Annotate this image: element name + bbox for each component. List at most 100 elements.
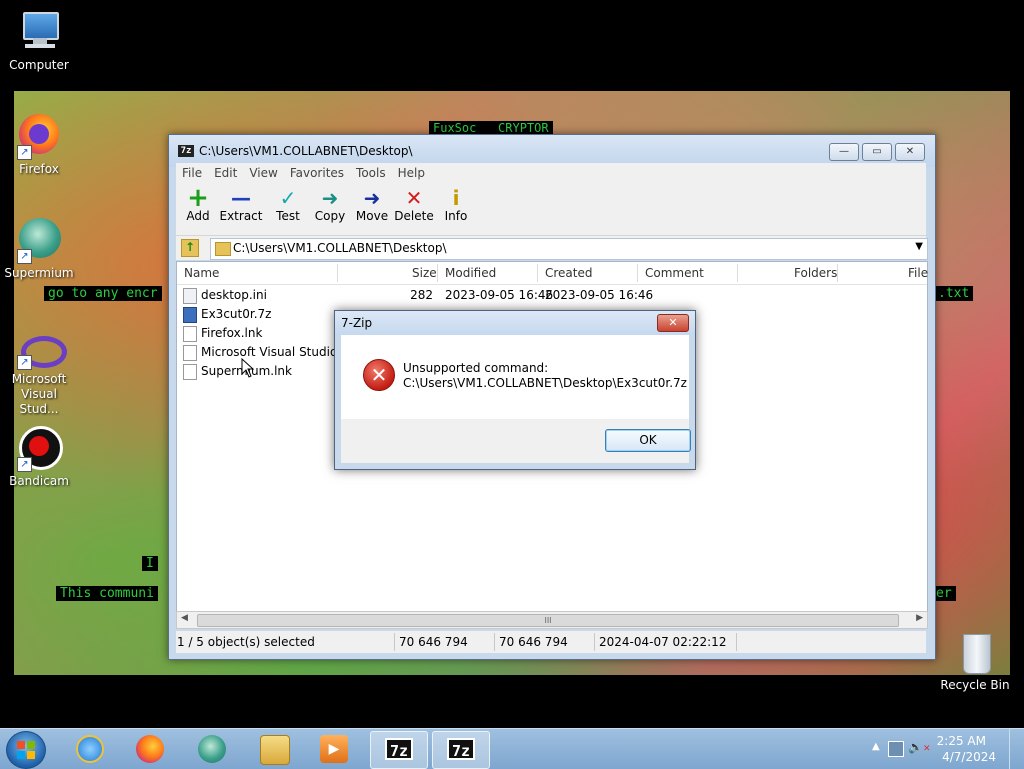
file-name: Microsoft Visual Studio ... [201,345,353,359]
up-folder-icon[interactable]: ↑ [181,239,199,257]
address-bar: ↑ C:\Users\VM1.COLLABNET\Desktop\ ▼ [176,236,928,260]
supermium-icon: ↗ [15,216,63,264]
sevenzip-icon: 7z [385,738,413,760]
status-bar: 1 / 5 object(s) selected 70 646 794 70 6… [176,631,926,653]
mouse-cursor-icon [241,358,255,378]
show-hidden-icons-icon[interactable]: ▲ [872,741,880,752]
sevenzip-icon: 7z [447,738,475,760]
shortcut-arrow-icon: ↗ [17,145,32,160]
folder-icon [260,735,290,765]
column-folders[interactable]: Folders [794,266,837,280]
volume-muted-icon[interactable]: 🔈✕ [908,740,931,754]
file-icon [183,345,197,361]
taskbar-file-explorer[interactable] [246,731,302,767]
shortcut-arrow-icon: ↗ [17,457,32,472]
dialog-title: 7-Zip [341,316,373,330]
archive-file-icon [183,307,197,323]
status-size: 70 646 794 [399,635,468,649]
scroll-right-icon[interactable]: ▶ [916,613,923,623]
windows-logo-icon [17,741,35,759]
close-button[interactable]: ✕ [895,143,925,161]
file-size: 282 [410,288,433,302]
info-button[interactable]: i Info [434,187,478,223]
column-created[interactable]: Created [545,266,593,280]
minimize-button[interactable]: — [829,143,859,161]
dialog-titlebar[interactable]: 7-Zip ✕ [335,311,695,335]
column-files[interactable]: File [908,266,928,280]
column-name[interactable]: Name [184,266,219,280]
scroll-left-icon[interactable]: ◀ [181,613,188,623]
extract-button[interactable]: — Extract [216,187,266,223]
add-button[interactable]: + Add [176,183,220,223]
desktop-icon-firefox[interactable]: ↗ Firefox [1,112,77,176]
error-icon: ✕ [363,359,395,391]
delete-icon: ✕ [405,186,423,210]
column-modified[interactable]: Modified [445,266,496,280]
menu-help[interactable]: Help [392,163,431,183]
desktop-icon-label: Bandicam [9,474,69,488]
add-label: Add [186,209,210,223]
settings-file-icon [183,288,197,304]
desktop: Computer FuxSoc CRYPTOR go to any encr .… [0,0,1024,728]
menu-view[interactable]: View [243,163,283,183]
desktop-icon-bandicam[interactable]: ↗ Bandicam [1,424,77,488]
desktop-icon-supermium[interactable]: ↗ Supermium [1,216,77,280]
ok-button[interactable]: OK [605,429,691,452]
window-title: C:\Users\VM1.COLLABNET\Desktop\ [199,144,413,158]
shortcut-arrow-icon: ↗ [17,249,32,264]
dialog-footer: OK [341,419,691,463]
move-button[interactable]: ➜ Move [350,187,394,223]
taskbar-7zip-window-2[interactable]: 7z [432,731,490,769]
file-icon [183,364,197,380]
clock-time[interactable]: 2:25 AM [937,734,986,748]
firefox-icon: ↗ [15,112,63,160]
desktop-icon-label: Computer [9,58,69,72]
wallpaper-text-line1-right: .txt [934,286,974,301]
dialog-close-button[interactable]: ✕ [657,314,689,332]
supermium-icon [198,735,226,763]
column-size[interactable]: Size [412,266,437,280]
taskbar-7zip-window-1[interactable]: 7z [370,731,428,769]
taskbar-media-player[interactable]: ▶ [306,731,362,767]
dialog-body: ✕ Unsupported command: C:\Users\VM1.COLL… [341,335,689,419]
taskbar-internet-explorer[interactable] [62,731,118,767]
move-label: Move [355,209,389,223]
taskbar-supermium[interactable] [184,731,240,767]
chevron-down-icon[interactable]: ▼ [915,241,923,252]
media-player-icon: ▶ [320,735,348,763]
file-name: Firefox.lnk [201,326,263,340]
copy-button[interactable]: ➜ Copy [308,187,352,223]
file-row[interactable]: desktop.ini 282 2023-09-05 16:46 2023-09… [177,286,927,305]
test-label: Test [276,209,300,223]
horizontal-scrollbar[interactable]: ◀ III ▶ [176,611,928,629]
desktop-icon-recycle-bin[interactable]: Recycle Bin [937,630,1013,692]
file-name: desktop.ini [201,288,267,302]
network-icon[interactable] [888,741,904,757]
delete-label: Delete [394,209,434,223]
address-input[interactable]: C:\Users\VM1.COLLABNET\Desktop\ ▼ [210,238,928,260]
desktop-icon-visual-studio[interactable]: ↗ Microsoft Visual Stud... [1,330,77,417]
menu-tools[interactable]: Tools [350,163,392,183]
status-selection: 1 / 5 object(s) selected [177,635,315,649]
file-icon [183,326,197,342]
bandicam-icon: ↗ [15,424,63,472]
column-comment[interactable]: Comment [645,266,704,280]
desktop-icon-label: Microsoft Visual Stud... [11,372,67,416]
taskbar-firefox[interactable] [122,731,178,767]
add-icon: + [187,183,209,213]
menu-file[interactable]: File [176,163,208,183]
clock-date[interactable]: 4/7/2024 [942,750,996,764]
start-button[interactable] [6,731,46,769]
menu-favorites[interactable]: Favorites [284,163,350,183]
system-tray: ▲ 🔈✕ 2:25 AM 4/7/2024 [864,729,1024,769]
internet-explorer-icon [76,735,104,763]
delete-button[interactable]: ✕ Delete [392,187,436,223]
scrollbar-thumb[interactable]: III [197,614,899,627]
desktop-icon-computer[interactable]: Computer [1,8,77,72]
maximize-button[interactable]: ▭ [862,143,892,161]
file-created: 2023-09-05 16:46 [545,288,654,302]
test-button[interactable]: ✓ Test [266,187,310,223]
show-desktop-button[interactable] [1009,729,1024,769]
wallpaper-text-line1: go to any encr [44,286,162,301]
menu-edit[interactable]: Edit [208,163,243,183]
